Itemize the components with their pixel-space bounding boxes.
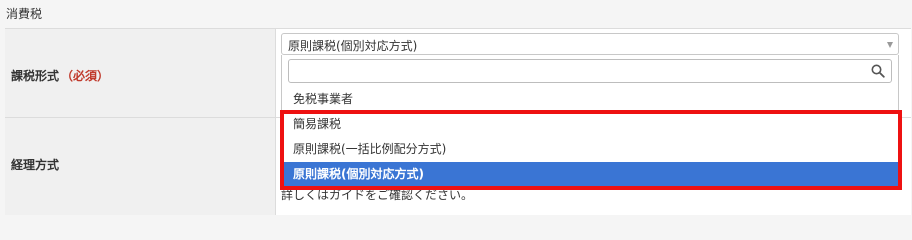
required-badge: （必須） <box>61 69 110 83</box>
select-value: 原則課税(個別対応方式) <box>288 39 418 53</box>
option-principle-lump-sum[interactable]: 原則課税(一括比例配分方式) <box>282 137 898 161</box>
accounting-label: 経理方式 <box>11 158 60 172</box>
option-tax-exempt[interactable]: 免税事業者 <box>282 87 898 111</box>
tax-method-select[interactable]: 原則課税(個別対応方式) <box>281 33 899 55</box>
chevron-down-icon[interactable] <box>887 42 893 48</box>
option-principle-individual[interactable]: 原則課税(個別対応方式) <box>282 162 898 186</box>
section-title: 消費税 <box>6 7 43 21</box>
option-simplified[interactable]: 簡易課税 <box>282 112 898 136</box>
tax-method-label-text: 課税形式 <box>11 69 60 83</box>
tax-method-label: 課税形式 （必須） <box>11 67 109 84</box>
search-icon <box>871 64 885 78</box>
tax-method-label-cell: 課税形式 （必須） <box>5 29 276 117</box>
dropdown-search-input[interactable] <box>288 59 892 83</box>
tax-method-dropdown: 免税事業者 簡易課税 原則課税(一括比例配分方式) 原則課税(個別対応方式) <box>281 55 899 189</box>
accounting-label-cell: 経理方式 <box>5 118 276 215</box>
